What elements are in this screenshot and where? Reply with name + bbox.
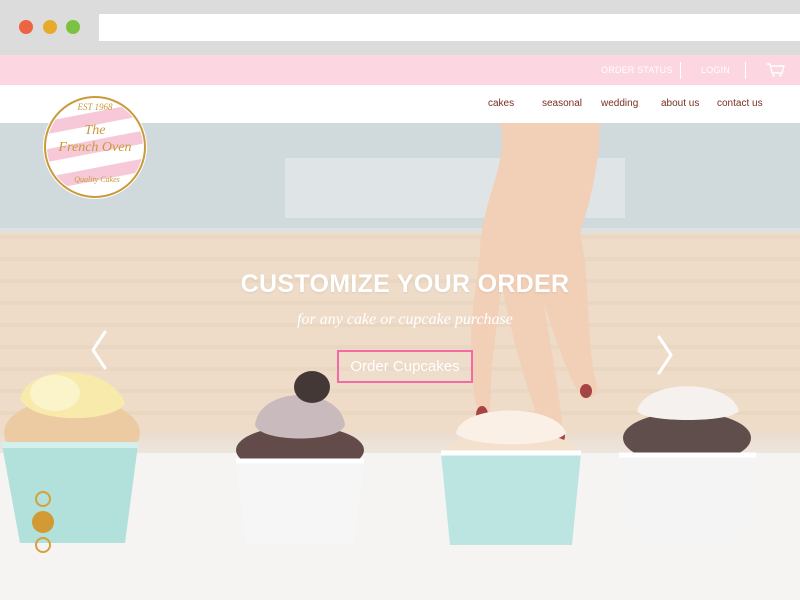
nav-item-seasonal[interactable]: seasonal bbox=[542, 85, 582, 123]
slide-indicator[interactable] bbox=[35, 491, 51, 507]
window-minimize-button[interactable] bbox=[43, 20, 57, 34]
logo-est-text: EST 1968 bbox=[76, 102, 113, 112]
order-cupcakes-button[interactable]: Order Cupcakes bbox=[337, 350, 473, 383]
cart-icon[interactable] bbox=[766, 62, 786, 78]
chevron-left-icon[interactable] bbox=[88, 328, 110, 372]
window-maximize-button[interactable] bbox=[66, 20, 80, 34]
divider bbox=[680, 62, 681, 79]
window-close-button[interactable] bbox=[19, 20, 33, 34]
hero-subtitle: for any cake or cupcake purchase bbox=[297, 311, 513, 328]
divider bbox=[745, 62, 746, 79]
french-oven-logo[interactable]: EST 1968 The French Oven Quality Cakes bbox=[42, 94, 148, 200]
order-status-link[interactable]: ORDER STATUS bbox=[601, 55, 673, 85]
logo-tagline: Quality Cakes bbox=[74, 175, 120, 184]
nav-item-wedding[interactable]: wedding bbox=[601, 85, 638, 123]
slide-indicator[interactable] bbox=[35, 537, 51, 553]
browser-chrome bbox=[0, 0, 800, 55]
logo-name-line1: The bbox=[85, 123, 106, 138]
utility-bar: ORDER STATUS LOGIN bbox=[0, 55, 800, 85]
logo-name-line2: French Oven bbox=[58, 140, 132, 155]
nav-item-cakes[interactable]: cakes bbox=[488, 85, 514, 123]
slide-indicator-active[interactable] bbox=[32, 511, 54, 533]
nav-item-contact-us[interactable]: contact us bbox=[717, 85, 763, 123]
address-bar[interactable] bbox=[99, 14, 800, 41]
chevron-right-icon[interactable] bbox=[654, 333, 676, 377]
nav-item-about-us[interactable]: about us bbox=[661, 85, 699, 123]
hero-title: CUSTOMIZE YOUR ORDER bbox=[240, 270, 570, 298]
login-link[interactable]: LOGIN bbox=[701, 55, 730, 85]
